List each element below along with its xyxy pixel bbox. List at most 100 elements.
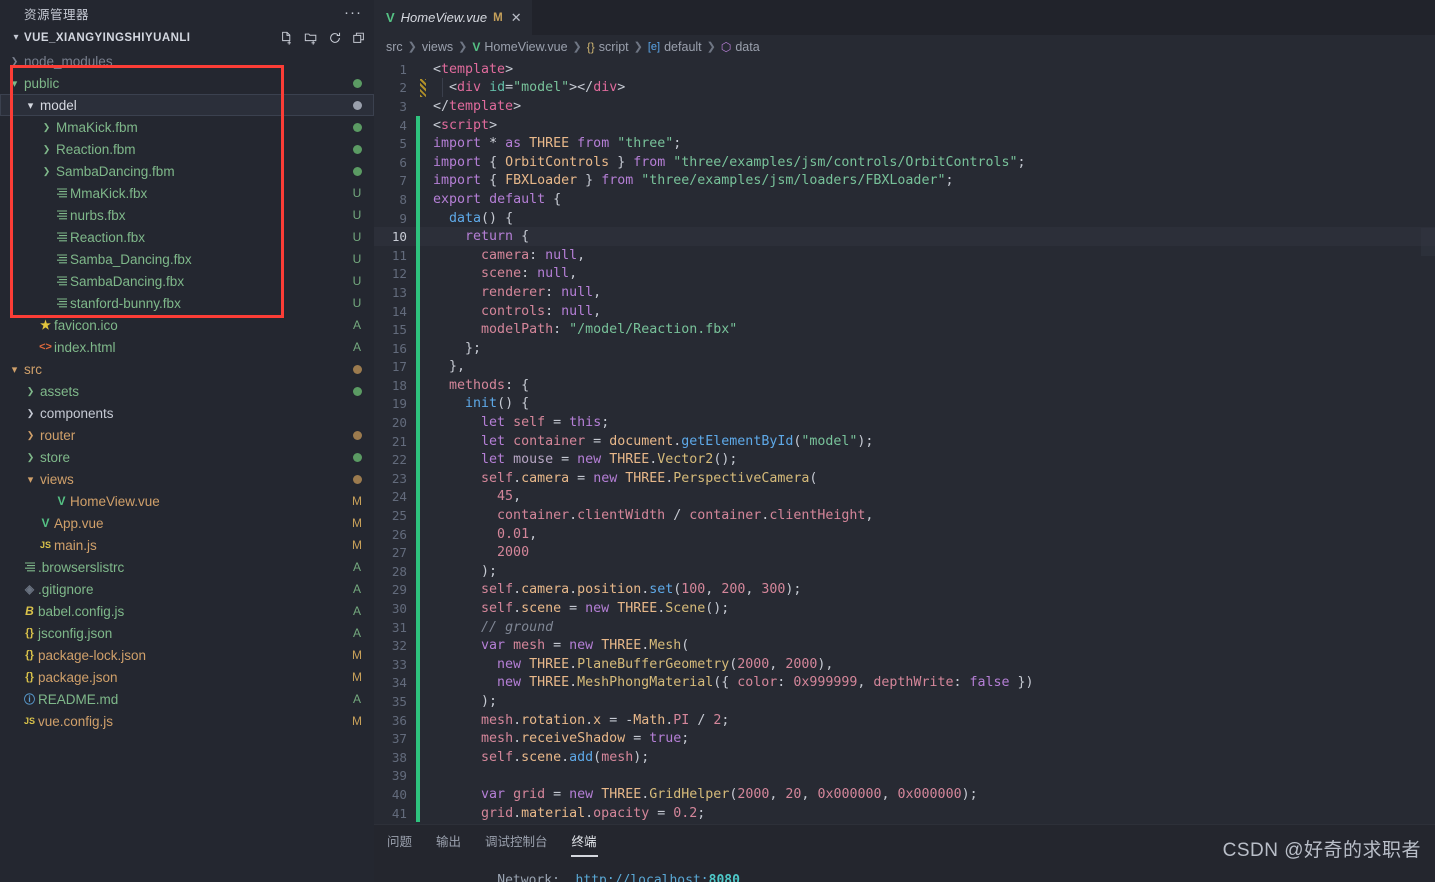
tree-file-row[interactable]: Bbabel.config.js A bbox=[0, 600, 374, 622]
code-line[interactable]: 35 ); bbox=[374, 692, 1435, 711]
code-line[interactable]: 10 return { bbox=[374, 227, 1435, 246]
tree-file-row[interactable]: Samba_Dancing.fbx U bbox=[0, 248, 374, 270]
panel-tab[interactable]: 输出 bbox=[435, 827, 462, 854]
project-root-row[interactable]: ▾ VUE_XIANGYINGSHIYUANLI bbox=[0, 26, 374, 49]
breadcrumb-src[interactable]: src bbox=[386, 40, 403, 54]
tree-folder-row[interactable]: ❯ Reaction.fbm bbox=[0, 138, 374, 160]
panel-tab[interactable]: 问题 bbox=[386, 827, 413, 854]
tree-file-row[interactable]: {} package-lock.json M bbox=[0, 644, 374, 666]
tree-folder-row[interactable]: ▾ public bbox=[0, 72, 374, 94]
close-icon[interactable]: ✕ bbox=[511, 10, 522, 26]
tree-file-row[interactable]: SambaDancing.fbx U bbox=[0, 270, 374, 292]
breadcrumb-script[interactable]: {} script bbox=[587, 40, 629, 54]
code-line[interactable]: 3 </template> bbox=[374, 97, 1435, 116]
tree-file-row[interactable]: {} package.json M bbox=[0, 666, 374, 688]
code-line[interactable]: 25 container.clientWidth / container.cli… bbox=[374, 506, 1435, 525]
tree-folder-row[interactable]: ❯ assets bbox=[0, 380, 374, 402]
tree-item-label: Reaction.fbx bbox=[70, 229, 146, 245]
code-line[interactable]: 1 <template> bbox=[374, 60, 1435, 79]
code-line[interactable]: 12 scene: null, bbox=[374, 264, 1435, 284]
chevron-right-icon: ❯ bbox=[26, 429, 35, 440]
code-line[interactable]: 18 methods: { bbox=[374, 376, 1435, 395]
tree-folder-row[interactable]: ❯ store bbox=[0, 446, 374, 468]
code-line[interactable]: 21 let container = document.getElementBy… bbox=[374, 431, 1435, 451]
code-line[interactable]: 13 renderer: null, bbox=[374, 283, 1435, 302]
git-status-badge: U bbox=[352, 186, 362, 200]
json-icon: {} bbox=[25, 627, 34, 639]
code-line[interactable]: 2 <div id="model"></div> bbox=[374, 79, 1435, 98]
tab-homeview-vue[interactable]: V HomeView.vue M ✕ bbox=[374, 0, 533, 35]
code-line[interactable]: 30 self.scene = new THREE.Scene(); bbox=[374, 599, 1435, 618]
code-line[interactable]: 40 var grid = new THREE.GridHelper(2000,… bbox=[374, 785, 1435, 804]
code-line[interactable]: 31 // ground bbox=[374, 617, 1435, 637]
code-line[interactable]: 41 grid.material.opacity = 0.2; bbox=[374, 803, 1435, 823]
refresh-icon[interactable] bbox=[328, 31, 342, 45]
tree-folder-row[interactable]: ▾ model bbox=[0, 94, 374, 116]
tree-file-row[interactable]: ◈ .gitignore A bbox=[0, 578, 374, 600]
breadcrumb-data[interactable]: ⬡ data bbox=[721, 40, 760, 54]
tree-file-row[interactable]: ★ favicon.ico A bbox=[0, 314, 374, 336]
code-line[interactable]: 19 init() { bbox=[374, 394, 1435, 414]
code-editor[interactable]: 1 <template> 2 <div id="model"></div> 3 </te… bbox=[374, 58, 1435, 824]
code-line[interactable]: 23 self.camera = new THREE.PerspectiveCa… bbox=[374, 469, 1435, 488]
code-line[interactable]: 28 ); bbox=[374, 562, 1435, 581]
tree-file-row[interactable]: V App.vue M bbox=[0, 512, 374, 534]
new-file-icon[interactable] bbox=[280, 31, 294, 45]
code-line[interactable]: 29 self.camera.position.set(100, 200, 30… bbox=[374, 580, 1435, 600]
code-line[interactable]: 7 import { FBXLoader } from "three/exampl… bbox=[374, 171, 1435, 191]
code-line[interactable]: 4 <script> bbox=[374, 115, 1435, 135]
code-line[interactable]: 27 2000 bbox=[374, 543, 1435, 563]
git-status-badge: A bbox=[352, 340, 361, 354]
code-line[interactable]: 5 import * as THREE from "three"; bbox=[374, 134, 1435, 153]
code-line[interactable]: 39 bbox=[374, 766, 1435, 786]
code-line[interactable]: 36 mesh.rotation.x = -Math.PI / 2; bbox=[374, 710, 1435, 730]
code-line[interactable]: 9 data() { bbox=[374, 208, 1435, 228]
tree-file-row[interactable]: V HomeView.vue M bbox=[0, 490, 374, 512]
code-line[interactable]: 14 controls: null, bbox=[374, 301, 1435, 321]
breadcrumb-file[interactable]: V HomeView.vue bbox=[472, 40, 567, 54]
code-line[interactable]: 34 new THREE.MeshPhongMaterial({ color: … bbox=[374, 673, 1435, 693]
editor-scrollbar[interactable] bbox=[1421, 228, 1435, 256]
tree-folder-row[interactable]: ❯ router bbox=[0, 424, 374, 446]
tree-file-row[interactable]: JS main.js M bbox=[0, 534, 374, 556]
tree-file-row[interactable]: JS vue.config.js M bbox=[0, 710, 374, 732]
tree-file-row[interactable]: <> index.html A bbox=[0, 336, 374, 358]
tree-file-row[interactable]: ⓘ README.md A bbox=[0, 688, 374, 710]
tree-file-row[interactable]: .browserslistrc A bbox=[0, 556, 374, 578]
code-line[interactable]: 37 mesh.receiveShadow = true; bbox=[374, 729, 1435, 748]
breadcrumb-views[interactable]: views bbox=[422, 40, 453, 54]
panel-tab[interactable]: 终端 bbox=[570, 827, 598, 857]
code-line[interactable]: 24 45, bbox=[374, 487, 1435, 507]
tree-folder-row[interactable]: ❯ components bbox=[0, 402, 374, 424]
tree-folder-row[interactable]: ▾ views bbox=[0, 468, 374, 490]
code-line[interactable]: 38 self.scene.add(mesh); bbox=[374, 747, 1435, 767]
code-line[interactable]: 8 export default { bbox=[374, 190, 1435, 209]
code-line[interactable]: 22 let mouse = new THREE.Vector2(); bbox=[374, 450, 1435, 470]
terminal-url[interactable]: http://localhost: bbox=[560, 873, 709, 882]
code-line[interactable]: 26 0.01, bbox=[374, 524, 1435, 544]
tree-folder-row[interactable]: ❯ MmaKick.fbm bbox=[0, 116, 374, 138]
tree-file-row[interactable]: MmaKick.fbx U bbox=[0, 182, 374, 204]
tree-folder-row[interactable]: ❯ node_modules bbox=[0, 50, 374, 72]
tree-folder-row[interactable]: ❯ SambaDancing.fbm bbox=[0, 160, 374, 182]
new-folder-icon[interactable] bbox=[304, 31, 318, 45]
tree-file-row[interactable]: {} jsconfig.json A bbox=[0, 622, 374, 644]
panel-tab[interactable]: 调试控制台 bbox=[484, 827, 549, 854]
code-line[interactable]: 20 let self = this; bbox=[374, 413, 1435, 432]
tree-file-row[interactable]: stanford-bunny.fbx U bbox=[0, 292, 374, 314]
code-line[interactable]: 32 var mesh = new THREE.Mesh( bbox=[374, 636, 1435, 655]
tab-label: HomeView.vue bbox=[400, 10, 488, 25]
explorer-more-actions-icon[interactable]: ··· bbox=[344, 5, 362, 20]
code-line[interactable]: 11 camera: null, bbox=[374, 245, 1435, 265]
tree-file-row[interactable]: nurbs.fbx U bbox=[0, 204, 374, 226]
collapse-all-icon[interactable] bbox=[352, 31, 366, 45]
code-line[interactable]: 33 new THREE.PlaneBufferGeometry(2000, 2… bbox=[374, 655, 1435, 674]
code-text: self.camera.position.set(100, 200, 300); bbox=[481, 582, 802, 598]
code-line[interactable]: 15 modelPath: "/model/Reaction.fbx" bbox=[374, 320, 1435, 339]
breadcrumb-default[interactable]: [e] default bbox=[648, 40, 702, 54]
code-line[interactable]: 17 }, bbox=[374, 357, 1435, 377]
code-line[interactable]: 16 }; bbox=[374, 338, 1435, 358]
tree-file-row[interactable]: Reaction.fbx U bbox=[0, 226, 374, 248]
code-line[interactable]: 6 import { OrbitControls } from "three/ex… bbox=[374, 152, 1435, 172]
tree-folder-row[interactable]: ▾ src bbox=[0, 358, 374, 380]
